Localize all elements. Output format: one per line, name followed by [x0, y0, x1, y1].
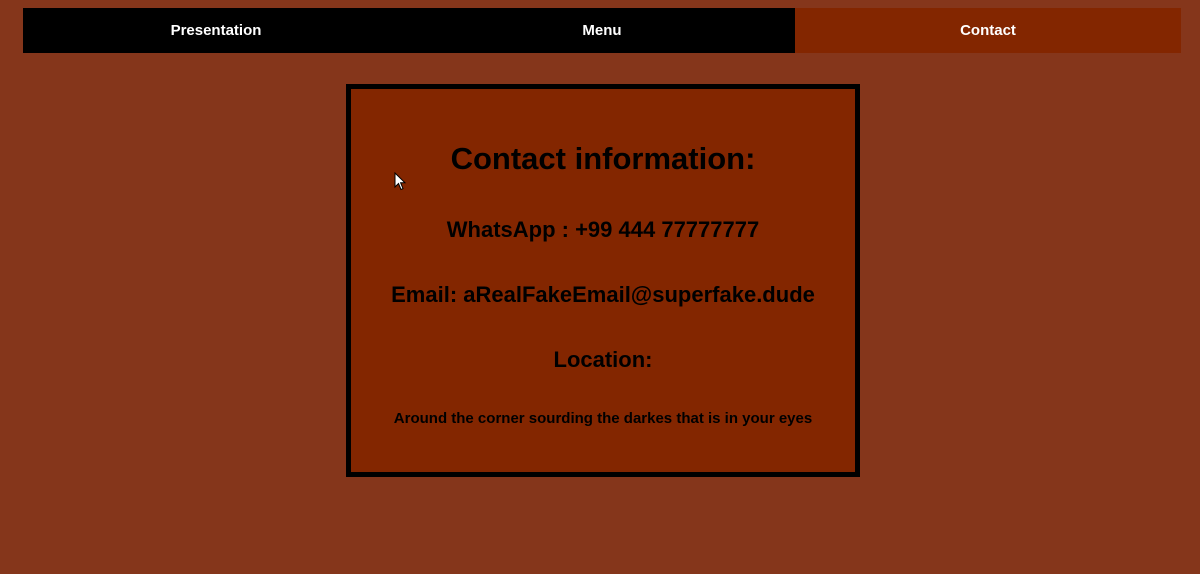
location-text: Around the corner sourding the darkes th…: [393, 410, 813, 427]
nav-item-menu[interactable]: Menu: [409, 8, 795, 53]
contact-title: Contact information:: [450, 141, 756, 176]
email-address: Email: aRealFakeEmail@superfake.dude: [391, 282, 815, 307]
top-navigation: Presentation Menu Contact: [23, 8, 1181, 53]
mouse-pointer-icon: [394, 172, 406, 191]
nav-item-contact[interactable]: Contact: [795, 8, 1181, 53]
whatsapp-number: WhatsApp : +99 444 77777777: [446, 217, 760, 242]
location-heading: Location:: [553, 347, 653, 372]
nav-item-presentation[interactable]: Presentation: [23, 8, 409, 53]
contact-card: Contact information: WhatsApp : +99 444 …: [346, 84, 860, 477]
